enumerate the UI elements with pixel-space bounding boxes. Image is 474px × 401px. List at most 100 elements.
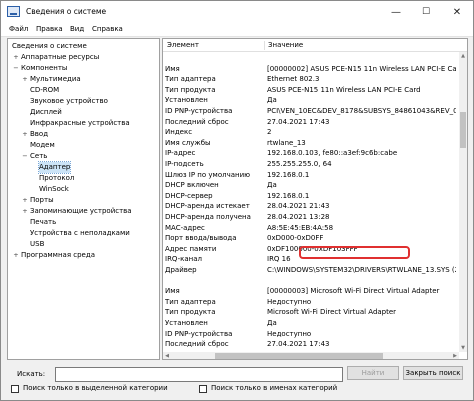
menu-file[interactable]: Файл [9, 25, 28, 33]
detail-value: 28.04.2021 21:43 [267, 202, 330, 211]
detail-row[interactable]: Драйвер C:\WINDOWS\SYSTEM32\DRIVERS\RTWLA… [163, 265, 456, 276]
detail-value: ASUS PCE-N15 11n Wireless LAN PCI-E Card [267, 85, 421, 94]
menu-view[interactable]: Вид [70, 25, 84, 33]
tree-item[interactable]: Дисплей [30, 107, 62, 118]
tree-item[interactable]: CD-ROM [30, 85, 59, 96]
tree-item[interactable]: Устройства с неполадками [30, 228, 130, 239]
detail-row[interactable] [163, 53, 456, 64]
detail-row[interactable]: DHCP включен Да [163, 180, 456, 191]
tree-item[interactable]: − Компоненты [13, 63, 67, 74]
detail-row[interactable]: ID PNP-устройства Недоступно [163, 329, 456, 340]
column-header-element[interactable]: Элемент [167, 41, 199, 49]
detail-row[interactable]: Тип адаптера Ethernet 802.3 [163, 74, 456, 85]
collapse-icon[interactable]: − [12, 63, 20, 74]
detail-row[interactable]: DHCP-сервер 192.168.0.1 [163, 191, 456, 202]
menu-edit[interactable]: Правка [36, 25, 63, 33]
tree-item[interactable]: + Аппаратные ресурсы [13, 52, 99, 63]
detail-value: [00000003] Microsoft Wi-Fi Direct Virtua… [267, 287, 440, 296]
expand-icon[interactable]: + [21, 129, 29, 140]
tree-item-label: Адаптер [39, 163, 71, 171]
tree-item[interactable]: + Порты [22, 195, 53, 206]
tree-item[interactable]: Печать [30, 217, 56, 228]
detail-row[interactable]: Тип продукта Microsoft Wi-Fi Direct Virtu… [163, 307, 456, 318]
detail-row[interactable]: DHCP-аренда получена 28.04.2021 13:28 [163, 212, 456, 223]
detail-row[interactable]: ID PNP-устройства PCI\VEN_10EC&DEV_8178&S… [163, 106, 456, 117]
detail-row[interactable]: Имя [00000003] Microsoft Wi-Fi Direct Vir… [163, 286, 456, 297]
detail-element: Индекс [165, 128, 193, 137]
tree-item[interactable]: Инфракрасные устройства [30, 118, 130, 129]
category-tree[interactable]: Сведения о системе + Аппаратные ресурсы − Ко… [7, 38, 160, 360]
minimize-button[interactable]: — [381, 1, 411, 23]
detail-row[interactable]: Индекс 2 [163, 127, 456, 138]
search-category-names-label: Поиск только в именах категорий [211, 384, 338, 392]
detail-value: 192.168.0.1 [267, 170, 310, 179]
find-input[interactable] [55, 367, 343, 382]
detail-row[interactable]: IP-адрес 192.168.0.103, fe80::a3ef:9c6b:c… [163, 148, 456, 159]
tree-item[interactable]: − Сеть [22, 151, 47, 162]
search-selected-category-checkbox[interactable] [11, 385, 19, 393]
close-window-button[interactable]: ✕ [442, 1, 472, 23]
scroll-up-icon[interactable]: ▲ [459, 52, 467, 60]
detail-row[interactable]: Установлен Да [163, 318, 456, 329]
tree-item[interactable]: + Мультимедиа [22, 74, 81, 85]
tree-item[interactable]: Модем [30, 140, 55, 151]
tree-item-label: Инфракрасные устройства [30, 119, 130, 127]
detail-element: MAC-адрес [165, 223, 205, 232]
detail-row[interactable]: DHCP-аренда истекает 28.04.2021 21:43 [163, 201, 456, 212]
close-find-button[interactable]: Закрыть поиск [403, 366, 463, 380]
tree-item[interactable]: + Программная среда [13, 250, 95, 261]
find-button[interactable]: Найти [347, 366, 399, 380]
detail-value: 192.168.0.1 [267, 191, 310, 200]
detail-element: IP-подсеть [165, 160, 204, 168]
detail-row[interactable]: Шлюз IP по умолчанию 192.168.0.1 [163, 170, 456, 181]
mac-address-highlight [299, 246, 410, 259]
tree-item[interactable]: + Запоминающие устройства [22, 206, 132, 217]
tree-item[interactable]: USB [30, 239, 44, 250]
tree-item[interactable]: Протокол [39, 173, 74, 184]
expand-icon[interactable]: + [21, 195, 29, 206]
tree-item[interactable]: WinSock [39, 184, 69, 195]
vertical-scroll-thumb[interactable] [460, 112, 466, 148]
tree-item[interactable]: Звуковое устройство [30, 96, 108, 107]
horizontal-scroll-thumb[interactable] [215, 353, 383, 359]
detail-row[interactable]: Последний сброс 27.04.2021 17:43 [163, 117, 456, 128]
detail-row[interactable] [163, 276, 456, 287]
search-bar: Искать: Найти Закрыть поиск Поиск только… [1, 361, 473, 400]
detail-row[interactable]: Последний сброс 27.04.2021 17:43 [163, 339, 456, 350]
tree-item-label: CD-ROM [30, 86, 60, 94]
menu-help[interactable]: Справка [92, 25, 123, 33]
detail-row[interactable]: MAC-адрес A8:5E:45:EB:4A:58 [163, 223, 456, 234]
maximize-button[interactable]: ☐ [411, 1, 441, 23]
tree-item-label: WinSock [39, 185, 69, 193]
detail-value: A8:5E:45:EB:4A:58 [267, 223, 334, 232]
column-header-value[interactable]: Значение [268, 41, 303, 49]
expand-icon[interactable]: + [21, 74, 29, 85]
expand-icon[interactable]: + [12, 250, 20, 261]
expand-icon[interactable]: + [12, 52, 20, 63]
tree-item[interactable]: Адаптер [37, 161, 72, 174]
detail-row[interactable]: Тип продукта ASUS PCE-N15 11n Wireless LA… [163, 85, 456, 96]
detail-row[interactable]: IP-подсеть 255.255.255.0, 64 [163, 159, 456, 170]
detail-value: Да [267, 181, 277, 190]
column-divider[interactable] [264, 41, 265, 50]
detail-row[interactable]: Имя [00000002] ASUS PCE-N15 11n Wireless … [163, 64, 456, 75]
tree-item-label: Мультимедиа [30, 75, 81, 83]
horizontal-scrollbar[interactable]: ◀ ▶ [163, 352, 459, 359]
tree-item[interactable]: + Ввод [22, 129, 48, 140]
scroll-right-icon[interactable]: ▶ [451, 352, 459, 359]
tree-item-label: Запоминающие устройства [30, 207, 132, 215]
detail-value: Да [267, 319, 277, 327]
scroll-down-icon[interactable]: ▼ [459, 344, 467, 352]
detail-row[interactable]: Имя службы rtwlane_13 [163, 138, 456, 149]
detail-row[interactable]: Порт ввода/вывода 0xD000-0xD0FF [163, 233, 456, 244]
detail-row[interactable]: Тип адаптера Недоступно [163, 297, 456, 308]
expand-icon[interactable]: + [21, 206, 29, 217]
collapse-icon[interactable]: − [21, 151, 29, 162]
tree-item[interactable]: Сведения о системе [12, 41, 87, 52]
detail-element: Имя службы [165, 138, 211, 147]
vertical-scrollbar[interactable]: ▲ ▼ [459, 52, 467, 352]
scroll-left-icon[interactable]: ◀ [163, 352, 171, 359]
detail-row[interactable]: Установлен Да [163, 95, 456, 106]
detail-element: Порт ввода/вывода [165, 234, 237, 243]
search-category-names-checkbox[interactable] [199, 385, 207, 393]
